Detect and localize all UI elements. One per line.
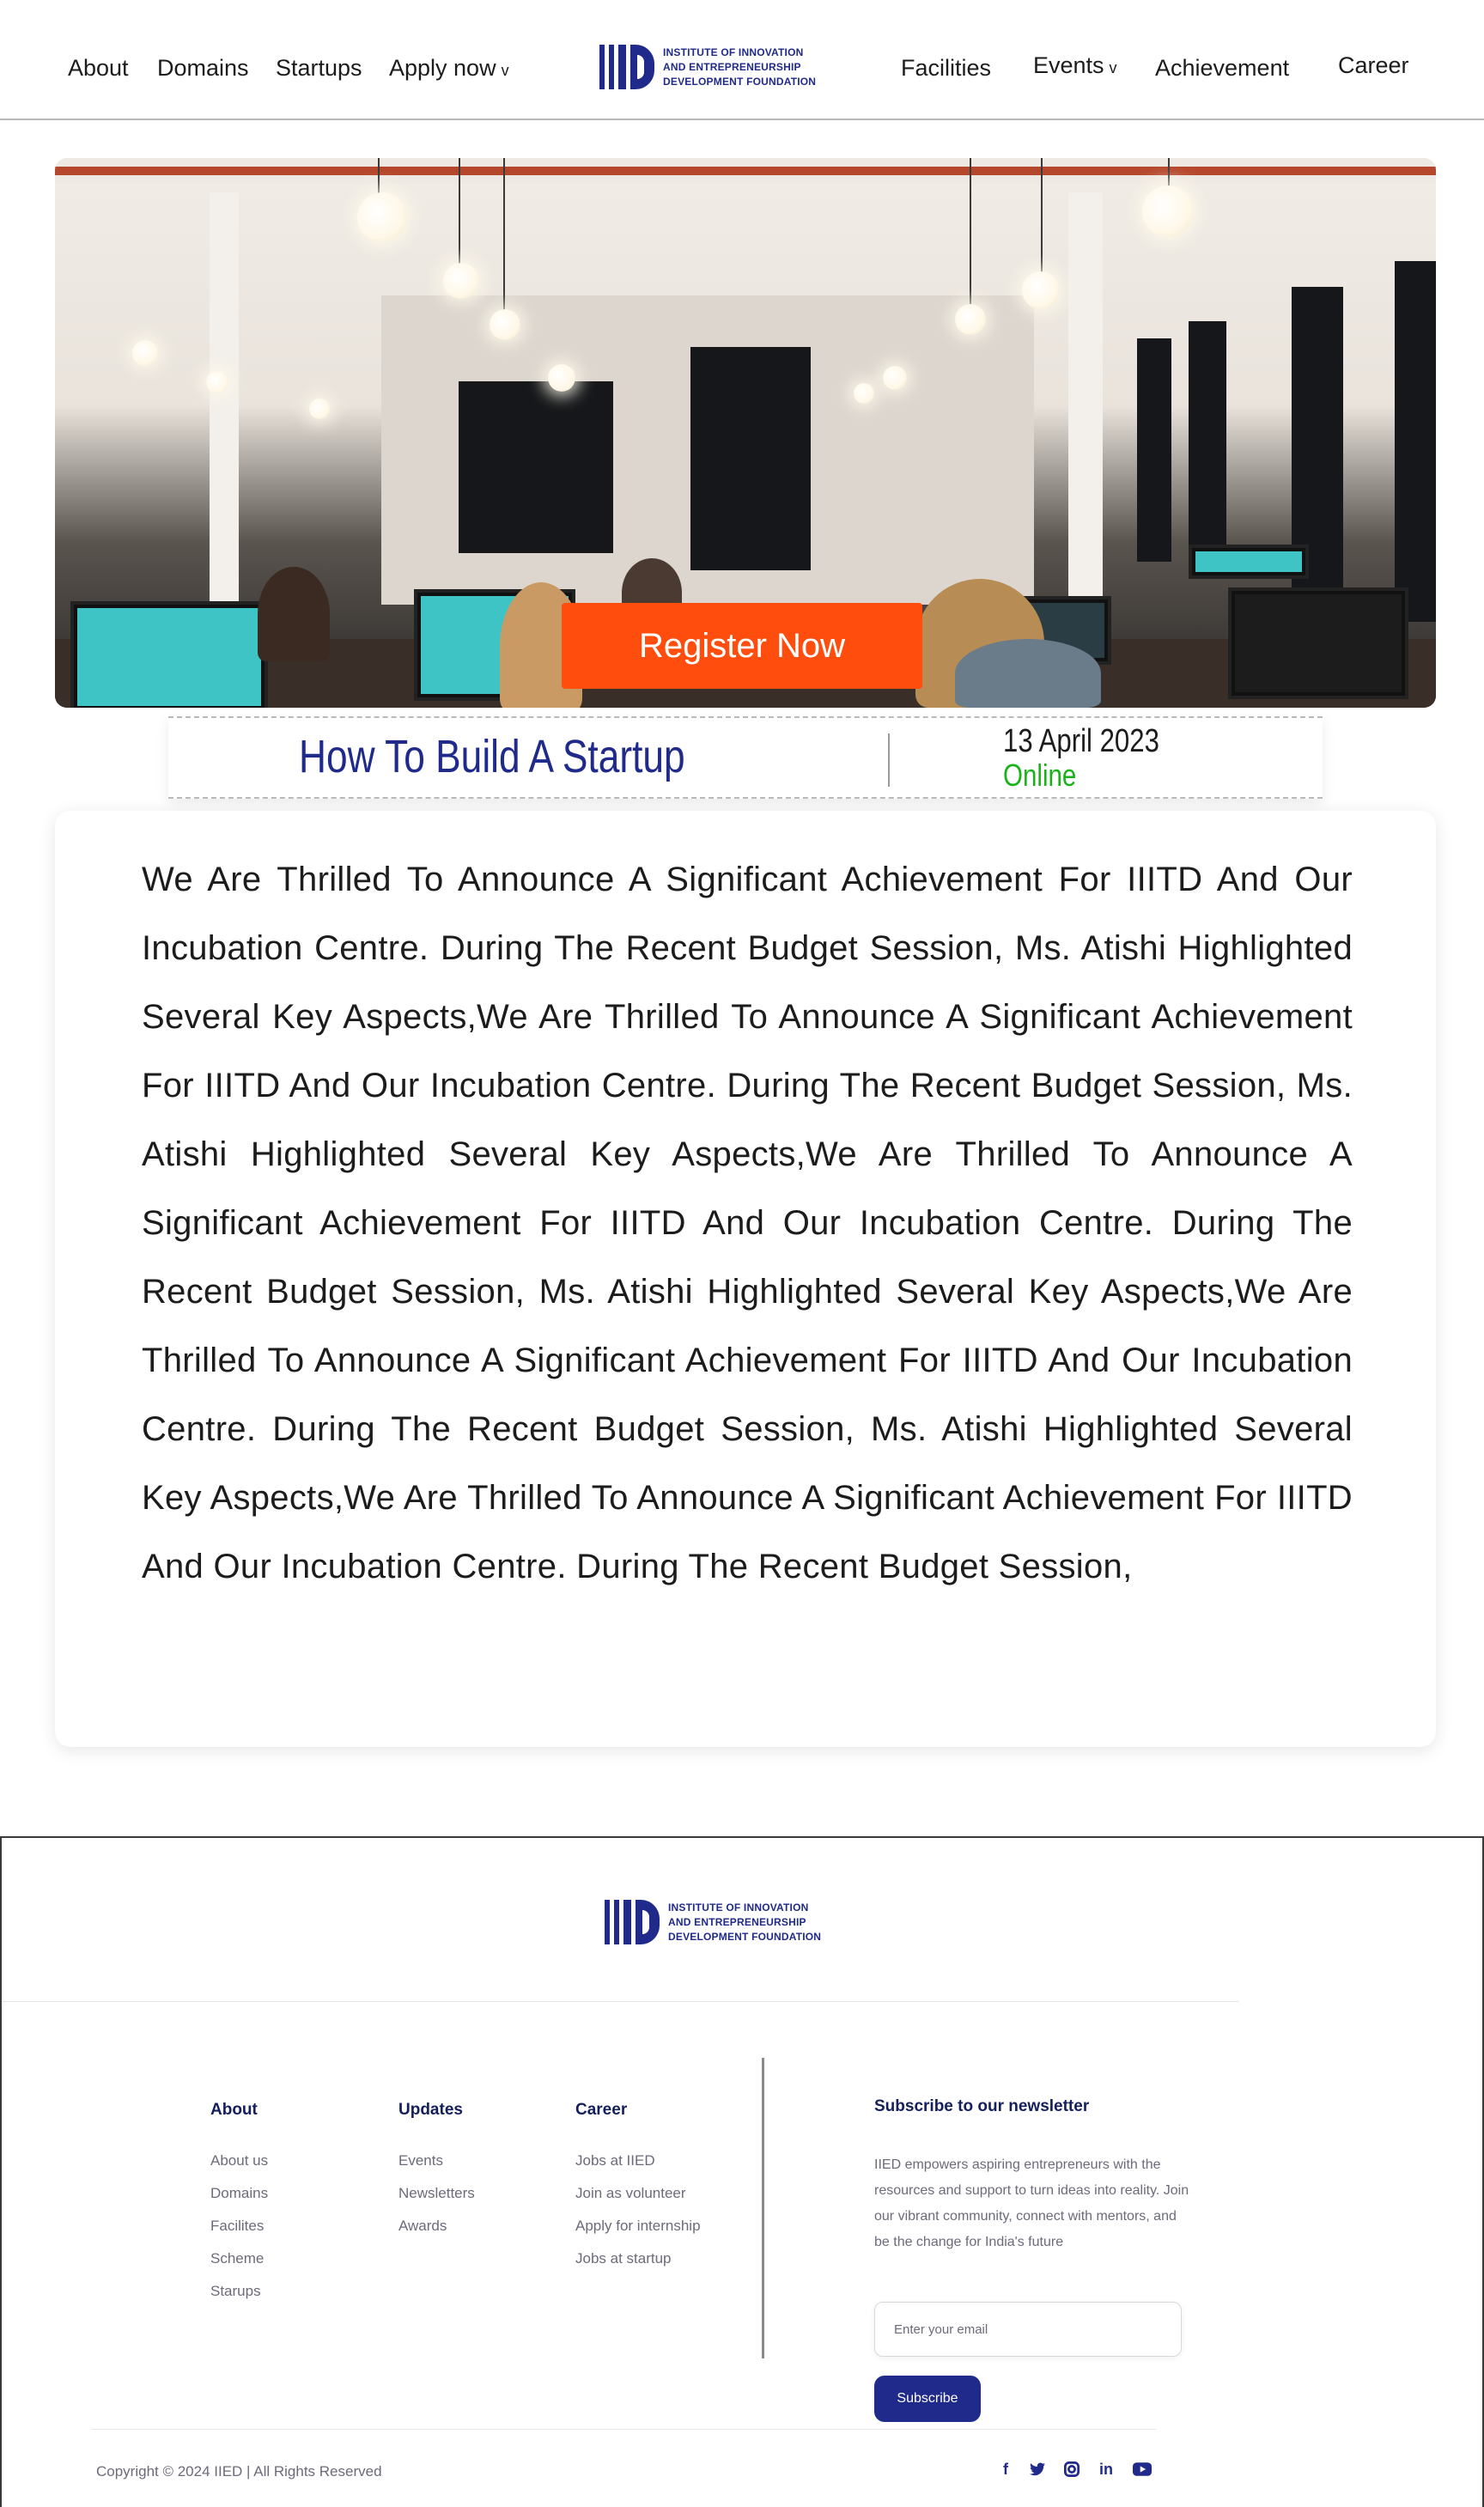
footer-bottom-divider	[91, 2429, 1156, 2430]
hero-banner-image: Register Now	[55, 158, 1436, 708]
facebook-icon[interactable]: f	[994, 2458, 1017, 2480]
footer-heading-about: About	[210, 2101, 258, 2119]
event-description-card: We Are Thrilled To Announce A Significan…	[55, 811, 1436, 1747]
instagram-icon[interactable]	[1061, 2458, 1083, 2480]
footer-link-facilites[interactable]: Facilites	[210, 2218, 264, 2235]
newsletter-heading: Subscribe to our newsletter	[874, 2097, 1090, 2115]
nav-startups[interactable]: Startups	[276, 55, 362, 82]
nav-facilities[interactable]: Facilities	[901, 55, 991, 82]
footer-logo[interactable]: INSTITUTE OF INNOVATION AND ENTREPRENEUR…	[605, 1900, 821, 1944]
footer-column-divider	[762, 2058, 764, 2358]
footer-link-events[interactable]: Events	[398, 2152, 443, 2169]
footer-link-scheme[interactable]: Scheme	[210, 2250, 264, 2267]
footer-link-jobs-at-iied[interactable]: Jobs at IIED	[575, 2152, 655, 2169]
nav-events-label: Events	[1033, 52, 1104, 78]
youtube-icon[interactable]	[1131, 2458, 1153, 2480]
nav-apply-now[interactable]: Apply now v	[389, 55, 509, 82]
logo-mark	[605, 1900, 660, 1944]
nav-achievement[interactable]: Achievement	[1155, 55, 1289, 82]
footer-link-apply-for-internship[interactable]: Apply for internship	[575, 2218, 701, 2235]
register-now-button[interactable]: Register Now	[562, 603, 922, 689]
footer-link-awards[interactable]: Awards	[398, 2218, 447, 2235]
footer-heading-career: Career	[575, 2101, 628, 2119]
newsletter-email-input[interactable]	[874, 2302, 1182, 2357]
logo-mark	[599, 45, 654, 89]
event-description-text: We Are Thrilled To Announce A Significan…	[142, 861, 1353, 1585]
site-footer: INSTITUTE OF INNOVATION AND ENTREPRENEUR…	[0, 1836, 1484, 2507]
chevron-down-icon: v	[501, 62, 509, 79]
site-header: About Domains Startups Apply now v INSTIT…	[0, 0, 1484, 120]
nav-apply-now-label: Apply now	[389, 55, 496, 81]
footer-heading-updates: Updates	[398, 2101, 463, 2119]
nav-events[interactable]: Events v	[1033, 52, 1117, 79]
event-date: 13 April 2023	[1003, 723, 1159, 759]
nav-career[interactable]: Career	[1338, 52, 1409, 79]
footer-link-newsletters[interactable]: Newsletters	[398, 2185, 475, 2202]
site-logo[interactable]: INSTITUTE OF INNOVATION AND ENTREPRENEUR…	[599, 45, 816, 89]
logo-text: INSTITUTE OF INNOVATION AND ENTREPRENEUR…	[663, 46, 817, 88]
footer-link-join-as-volunteer[interactable]: Join as volunteer	[575, 2185, 686, 2202]
footer-link-domains[interactable]: Domains	[210, 2185, 268, 2202]
footer-link-about-us[interactable]: About us	[210, 2152, 268, 2169]
event-mode: Online	[1003, 758, 1077, 793]
footer-link-jobs-at-startup[interactable]: Jobs at startup	[575, 2250, 672, 2267]
chevron-down-icon: v	[1109, 59, 1117, 76]
footer-divider	[2, 2001, 1238, 2002]
nav-about[interactable]: About	[68, 55, 129, 82]
info-divider	[888, 733, 890, 787]
copyright-text: Copyright © 2024 IIED | All Rights Reser…	[96, 2463, 382, 2480]
subscribe-button[interactable]: Subscribe	[874, 2376, 981, 2422]
twitter-icon[interactable]	[1026, 2458, 1049, 2480]
footer-link-starups[interactable]: Starups	[210, 2283, 261, 2300]
nav-domains[interactable]: Domains	[157, 55, 249, 82]
event-info-bar: How To Build A Startup 13 April 2023 Onl…	[168, 716, 1323, 799]
newsletter-description: IIED empowers aspiring entrepreneurs wit…	[874, 2157, 1189, 2249]
logo-text: INSTITUTE OF INNOVATION AND ENTREPRENEUR…	[668, 1901, 822, 1943]
linkedin-icon[interactable]: in	[1095, 2458, 1117, 2480]
event-title: How To Build A Startup	[299, 731, 685, 782]
